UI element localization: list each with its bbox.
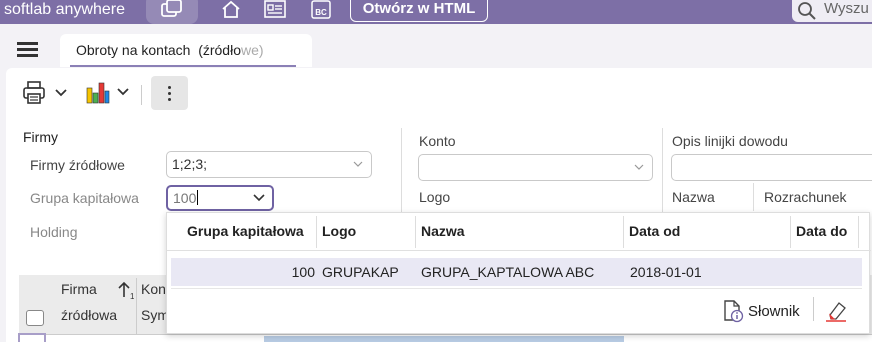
- svg-text:1: 1: [130, 292, 134, 300]
- grid-column-firma-line2: źródłowa: [61, 307, 118, 323]
- option-grupa: 100: [291, 264, 315, 280]
- firmy-zrodlowe-label: Firmy źródłowe: [30, 157, 125, 173]
- document-list-icon: [264, 0, 286, 18]
- bc-button[interactable]: BC: [307, 0, 335, 24]
- top-bar: softlab anywhere BC Otwórz w HTML Wyszu: [0, 0, 872, 24]
- brand-name: softlab anywhere: [4, 1, 125, 18]
- firmy-zrodlowe-value: 1;2;3;: [172, 156, 208, 172]
- toolbar-divider: [141, 85, 142, 105]
- grupa-kapitalowa-dropdown: Grupa kapitałowa Logo Nazwa Data od Data…: [166, 212, 871, 334]
- holding-label: Holding: [30, 224, 78, 240]
- grupa-kapitalowa-input[interactable]: 100: [166, 185, 274, 211]
- chevron-down-icon: [117, 88, 129, 96]
- chevron-down-icon: [634, 164, 644, 170]
- menu-icon[interactable]: [17, 42, 38, 58]
- search-icon: [798, 2, 816, 20]
- column-logo[interactable]: Logo: [322, 223, 356, 239]
- grupa-kapitalowa-value: 100: [173, 190, 197, 206]
- konto-select[interactable]: [418, 154, 653, 181]
- chevron-down-icon: [55, 89, 67, 97]
- logo-label: Logo: [419, 189, 451, 205]
- column-data-od[interactable]: Data od: [629, 223, 680, 239]
- svg-text:BC: BC: [315, 8, 327, 17]
- dropdown-header: Grupa kapitałowa Logo Nazwa Data od Data…: [167, 213, 871, 251]
- printer-icon: [23, 81, 45, 104]
- grid-column-divider: [136, 278, 137, 334]
- tab-label: Obroty na kontach (źródłowe): [76, 42, 264, 58]
- firmy-zrodlowe-select[interactable]: 1;2;3;: [166, 151, 372, 178]
- more-options-button[interactable]: [151, 76, 188, 110]
- column-divider: [753, 183, 754, 211]
- home-icon: [222, 0, 240, 18]
- grid-column-konto[interactable]: Kon: [141, 281, 166, 297]
- dropdown-option-row[interactable]: 100 GRUPAKAP GRUPA_KAPTALOWA ABC 2018-01…: [171, 258, 862, 286]
- slownik-button[interactable]: Słownik: [748, 303, 800, 320]
- table-row-highlight: [264, 336, 624, 342]
- grid-column-firma[interactable]: Firma: [61, 281, 97, 297]
- document-button[interactable]: [260, 0, 290, 24]
- tab-obroty-na-kontach[interactable]: Obroty na kontach (źródłowe): [60, 34, 312, 67]
- option-logo: GRUPAKAP: [322, 264, 399, 280]
- select-all-checkbox[interactable]: [26, 310, 44, 326]
- search-box[interactable]: Wyszu: [792, 0, 872, 22]
- windows-button[interactable]: [146, 0, 198, 24]
- nazwa-label: Nazwa: [672, 189, 715, 205]
- konto-label: Konto: [419, 133, 456, 149]
- eraser-icon[interactable]: [824, 299, 848, 323]
- chevron-down-icon: [253, 194, 265, 202]
- open-in-html-button[interactable]: Otwórz w HTML: [350, 0, 488, 22]
- column-nazwa[interactable]: Nazwa: [421, 223, 465, 239]
- opis-linijki-label: Opis linijki dowodu: [672, 133, 788, 149]
- option-data-od: 2018-01-01: [630, 264, 702, 280]
- search-placeholder: Wyszu: [824, 0, 869, 17]
- stacked-windows-icon: [161, 0, 182, 17]
- option-nazwa: GRUPA_KAPTALOWA ABC: [421, 264, 595, 280]
- grid-column-konto-line2: Sym: [141, 307, 169, 323]
- rozrachunek-label: Rozrachunek: [764, 189, 847, 205]
- bar-chart-icon: [86, 82, 110, 104]
- chevron-down-icon: [353, 161, 363, 167]
- sort-ascending-icon[interactable]: 1: [116, 280, 134, 300]
- opis-linijki-input[interactable]: [671, 154, 872, 181]
- tab-active-indicator: [70, 64, 296, 67]
- column-data-do[interactable]: Data do: [796, 223, 847, 239]
- home-button[interactable]: [216, 0, 246, 24]
- row-checkbox[interactable]: [18, 333, 46, 342]
- bc-icon: BC: [311, 0, 331, 19]
- dictionary-info-icon[interactable]: [721, 299, 745, 323]
- column-divider: [662, 128, 663, 212]
- print-button[interactable]: [22, 80, 68, 106]
- grupa-kapitalowa-label: Grupa kapitałowa: [30, 190, 139, 206]
- column-grupa-kapitalowa[interactable]: Grupa kapitałowa: [187, 223, 304, 239]
- column-divider: [401, 128, 402, 212]
- chart-button[interactable]: [86, 80, 130, 104]
- section-title-firmy: Firmy: [23, 129, 58, 145]
